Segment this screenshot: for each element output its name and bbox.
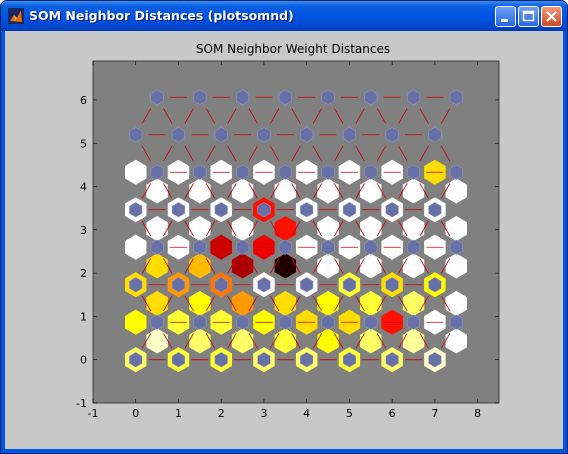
y-tick-label: 6: [80, 94, 87, 107]
y-tick-label: 4: [80, 181, 87, 194]
x-tick-label: 2: [218, 407, 225, 420]
y-tick-label: 3: [80, 224, 87, 237]
title-bar[interactable]: SOM Neighbor Distances (plotsomnd): [1, 1, 567, 31]
maximize-button[interactable]: [518, 6, 539, 27]
som-plot: SOM Neighbor Weight Distances -1 0 1 2 3 4 5 6 7…: [76, 42, 500, 420]
figure-window: SOM Neighbor Distances (plotsomnd) SOM N…: [0, 0, 568, 454]
y-tick-label: 1: [80, 310, 87, 323]
x-tick-label: 5: [346, 407, 353, 420]
y-tick-label: -1: [76, 397, 87, 410]
x-tick-label: 6: [389, 407, 396, 420]
y-tick-label: 0: [80, 354, 87, 367]
x-tick-label: 8: [474, 407, 481, 420]
matlab-icon: [8, 8, 24, 24]
window-title: SOM Neighbor Distances (plotsomnd): [29, 8, 294, 23]
chart-title: SOM Neighbor Weight Distances: [196, 42, 390, 56]
x-tick-label: 7: [431, 407, 438, 420]
x-tick-label: -1: [88, 407, 99, 420]
x-tick-label: 0: [132, 407, 139, 420]
close-icon: [546, 11, 557, 22]
close-button[interactable]: [541, 6, 562, 27]
figure-area: SOM Neighbor Weight Distances -1 0 1 2 3 4 5 6 7…: [5, 31, 563, 449]
y-tick-label: 2: [80, 267, 87, 280]
minimize-icon: [501, 19, 508, 22]
x-tick-label: 4: [303, 407, 310, 420]
y-tick-label: 5: [80, 137, 87, 150]
x-tick-label: 3: [260, 407, 267, 420]
x-tick-label: 1: [175, 407, 182, 420]
minimize-button[interactable]: [495, 6, 516, 27]
maximize-icon: [522, 10, 535, 22]
